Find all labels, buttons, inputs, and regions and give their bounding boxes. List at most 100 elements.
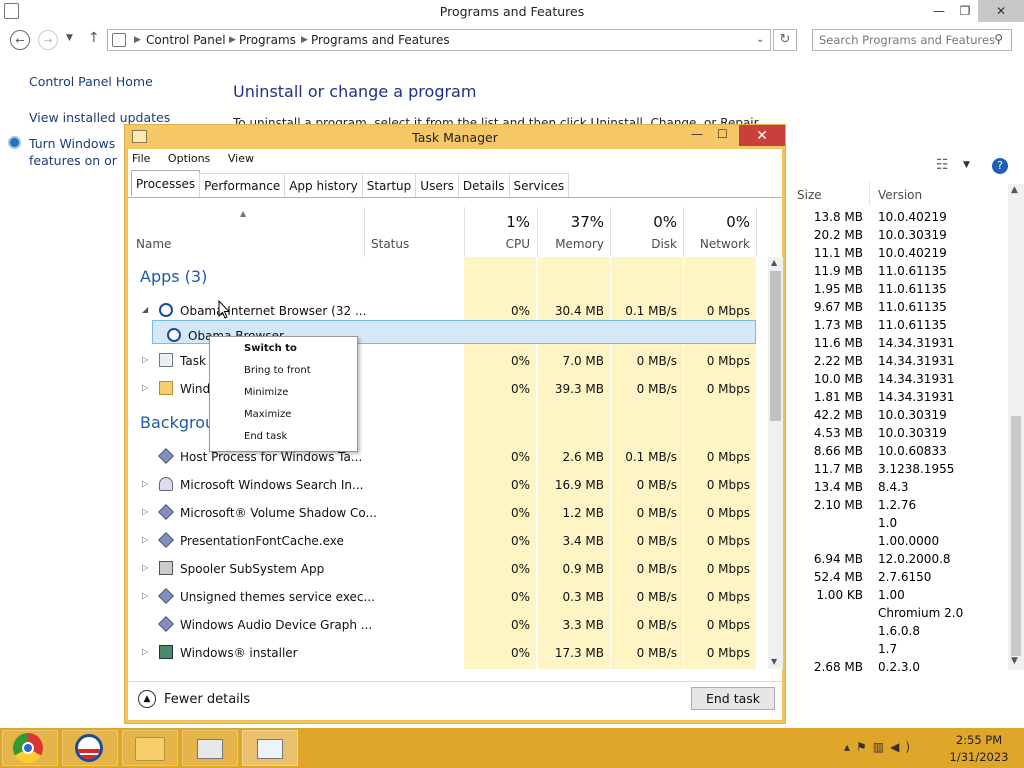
expand-arrow-icon[interactable]: ◢ [142, 305, 148, 314]
disk-value: 0 MB/s [636, 590, 677, 604]
process-name: Spooler SubSystem App [180, 562, 325, 576]
taskbar-file-explorer-icon[interactable] [122, 730, 178, 766]
tab-startup[interactable]: Startup [361, 173, 417, 197]
network-value: 0 Mbps [706, 534, 750, 548]
close-button[interactable]: ✕ [978, 0, 1024, 22]
expand-arrow-icon[interactable]: ▷ [142, 591, 148, 600]
expand-arrow-icon[interactable]: ▷ [142, 355, 148, 364]
program-version: 1.7 [878, 642, 898, 656]
clock[interactable]: 2:55 PM 1/31/2023 [944, 732, 1014, 766]
tab-performance[interactable]: Performance [199, 173, 286, 197]
program-size: 8.66 MB [813, 444, 863, 458]
column-header-status[interactable]: Status [371, 237, 409, 251]
show-hidden-icons-icon[interactable]: ▴ [844, 740, 856, 754]
tab-app-history[interactable]: App history [284, 173, 363, 197]
process-row[interactable]: ▷ PresentationFontCache.exe 0% 3.4 MB 0 MB/s… [128, 527, 756, 555]
tab-services[interactable]: Services [508, 173, 570, 197]
breadcrumb-separator-icon: ▶ [301, 35, 308, 45]
disk-value: 0 MB/s [636, 354, 677, 368]
expand-arrow-icon[interactable]: ▷ [142, 479, 148, 488]
scroll-down-arrow-icon[interactable]: ▼ [1011, 656, 1018, 666]
task-manager-maximize-button[interactable]: ☐ [717, 127, 728, 141]
menu-view[interactable]: View [228, 152, 254, 165]
breadcrumb-programs-and-features[interactable]: Programs and Features [311, 33, 450, 47]
sidebar-link-windows-features[interactable]: Turn Windows features on or off [29, 135, 125, 169]
folder-icon [159, 381, 173, 395]
program-version: 1.2.76 [878, 498, 917, 512]
taskbar-control-panel-icon[interactable] [182, 730, 238, 766]
up-arrow-icon[interactable]: ↑ [88, 30, 100, 46]
expand-arrow-icon[interactable]: ▷ [142, 507, 148, 516]
process-row[interactable]: ▷ Microsoft Windows Search In... 0% 16.9 MB… [128, 471, 756, 499]
search-input[interactable]: Search Programs and Features ⚲ [812, 29, 1012, 51]
program-size: 52.4 MB [813, 570, 863, 584]
flag-icon[interactable]: ⚑ [856, 740, 873, 754]
taskbar-obama-browser-icon[interactable] [62, 730, 118, 766]
program-list-scrollbar[interactable]: ▲ ▼ [1008, 184, 1024, 670]
program-version: 12.0.2000.8 [878, 552, 951, 566]
restore-button[interactable]: ❐ [952, 0, 978, 22]
tab-bar: Processes Performance App history Startu… [131, 170, 570, 197]
network-value: 0 Mbps [706, 354, 750, 368]
menu-item-switch-to[interactable]: Switch to [244, 343, 297, 354]
address-bar[interactable]: ▶ Control Panel ▶ Programs ▶ Programs an… [107, 29, 771, 51]
recent-pages-chevron-icon[interactable]: ▼ [66, 33, 73, 43]
tab-users[interactable]: Users [415, 173, 459, 197]
task-manager-close-button[interactable]: ✕ [739, 125, 785, 146]
process-name: PresentationFontCache.exe [180, 534, 344, 548]
refresh-icon[interactable]: ↻ [773, 29, 797, 51]
sidebar-link-view-installed-updates[interactable]: View installed updates [29, 110, 170, 125]
taskbar-chrome-icon[interactable] [2, 730, 58, 766]
process-row[interactable]: ▷ Microsoft® Volume Shadow Co... 0% 1.2 MB 0… [128, 499, 756, 527]
end-task-button[interactable]: End task [691, 687, 775, 710]
volume-icon[interactable]: ◀) [890, 740, 916, 754]
expand-arrow-icon[interactable]: ▷ [142, 647, 148, 656]
expand-arrow-icon[interactable]: ▷ [142, 535, 148, 544]
network-icon[interactable]: ▥ [873, 740, 890, 754]
fewer-details-button[interactable]: ▲ Fewer details [138, 690, 250, 708]
menu-file[interactable]: File [132, 152, 150, 165]
scrollbar-thumb[interactable] [1011, 416, 1021, 656]
expand-arrow-icon[interactable]: ▷ [142, 563, 148, 572]
menu-item-maximize[interactable]: Maximize [244, 409, 291, 420]
process-row[interactable]: ▷ Unsigned themes service exec... 0% 0.3 MB… [128, 583, 756, 611]
column-header-cpu[interactable]: CPU [468, 237, 530, 251]
column-header-memory[interactable]: Memory [541, 237, 604, 251]
disk-value: 0 MB/s [636, 478, 677, 492]
program-size: 4.53 MB [813, 426, 863, 440]
scroll-down-arrow-icon[interactable]: ▼ [771, 657, 777, 666]
breadcrumb-control-panel[interactable]: Control Panel [146, 33, 226, 47]
scroll-up-arrow-icon[interactable]: ▲ [1011, 185, 1018, 195]
column-header-name[interactable]: Name [136, 237, 171, 251]
menu-item-end-task[interactable]: End task [244, 431, 287, 442]
program-version: 11.0.61135 [878, 282, 947, 296]
menu-item-minimize[interactable]: Minimize [244, 387, 288, 398]
scroll-up-arrow-icon[interactable]: ▲ [771, 258, 777, 267]
network-value: 0 Mbps [706, 450, 750, 464]
address-dropdown-icon[interactable]: ⌄ [756, 34, 764, 45]
back-arrow-icon[interactable]: ← [10, 30, 30, 50]
task-manager-minimize-button[interactable]: — [691, 127, 703, 141]
column-header-size[interactable]: Size [797, 188, 822, 202]
minimize-button[interactable]: — [924, 0, 954, 22]
tab-processes[interactable]: Processes [131, 170, 201, 196]
process-row[interactable]: ▷ Windows® installer 0% 17.3 MB 0 MB/s 0 Mbps [128, 639, 756, 667]
process-row[interactable]: ▷ Spooler SubSystem App 0% 0.9 MB 0 MB/s 0 Mb… [128, 555, 756, 583]
process-row[interactable]: Windows Audio Device Graph ... 0% 3.3 MB 0 … [128, 611, 756, 639]
breadcrumb-programs[interactable]: Programs [239, 33, 296, 47]
menu-options[interactable]: Options [168, 152, 210, 165]
column-header-disk[interactable]: Disk [614, 237, 677, 251]
column-header-network[interactable]: Network [687, 237, 750, 251]
process-list-scrollbar[interactable]: ▲ ▼ [768, 257, 783, 669]
scrollbar-thumb[interactable] [770, 271, 781, 421]
clock-date: 1/31/2023 [949, 750, 1009, 764]
forward-arrow-icon[interactable]: → [38, 30, 58, 50]
expand-arrow-icon[interactable]: ▷ [142, 383, 148, 392]
menu-item-bring-to-front[interactable]: Bring to front [244, 365, 311, 376]
menu-bar: File Options View [132, 152, 268, 165]
column-header-version[interactable]: Version [878, 188, 922, 202]
sidebar-link-control-panel-home[interactable]: Control Panel Home [29, 74, 153, 89]
column-divider [364, 207, 365, 257]
taskbar-task-manager-icon[interactable] [242, 730, 298, 766]
tab-details[interactable]: Details [457, 173, 510, 197]
